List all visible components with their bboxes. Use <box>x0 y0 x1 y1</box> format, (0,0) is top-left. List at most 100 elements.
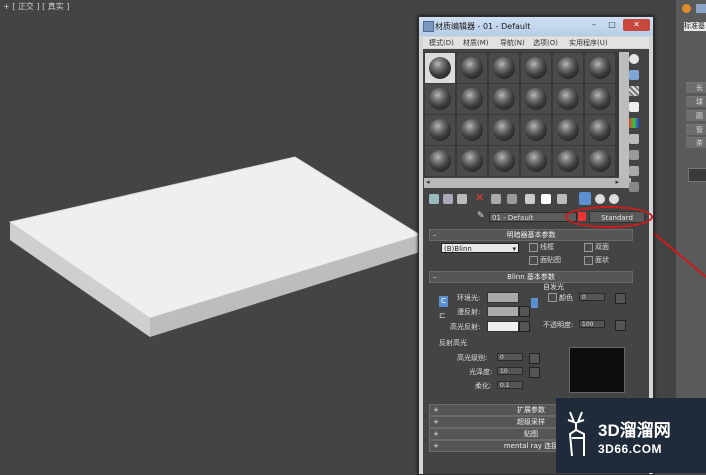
go-to-parent-icon[interactable] <box>609 194 619 204</box>
video-color-check-icon[interactable] <box>629 118 639 128</box>
sample-slot[interactable] <box>425 84 455 114</box>
get-material-icon[interactable] <box>429 194 439 204</box>
show-map-icon[interactable] <box>557 194 567 204</box>
self-illum-spinner[interactable]: 0 <box>579 293 605 301</box>
select-by-material-icon[interactable] <box>629 166 639 176</box>
glossiness-spinner[interactable]: 10 <box>497 367 523 375</box>
put-to-scene-icon[interactable] <box>443 194 453 204</box>
diffuse-map-button[interactable] <box>519 306 530 317</box>
object-type-button[interactable]: 圆 <box>686 110 706 121</box>
specular-color-swatch[interactable] <box>487 321 519 332</box>
lock-diffuse-specular-icon[interactable] <box>531 298 538 308</box>
name-color-field[interactable] <box>688 168 706 182</box>
sample-slot[interactable] <box>521 53 551 83</box>
show-end-result-icon[interactable] <box>595 194 605 204</box>
two-sided-checkbox[interactable] <box>584 243 593 252</box>
self-illum-map-button[interactable] <box>615 293 626 304</box>
maximize-button[interactable]: □ <box>605 19 619 31</box>
backlight-icon[interactable] <box>629 70 639 80</box>
lock-ambient-diffuse-button[interactable]: C <box>439 296 448 307</box>
modify-icon[interactable] <box>696 4 706 13</box>
glossiness-map-button[interactable] <box>529 367 540 378</box>
sample-slot[interactable] <box>585 115 615 145</box>
slots-vertical-scrollbar[interactable] <box>619 52 629 179</box>
primitive-type-dropdown[interactable]: 标准基 <box>684 22 706 31</box>
material-id-icon[interactable] <box>541 194 551 204</box>
sample-slot[interactable] <box>457 53 487 83</box>
lock-icon[interactable]: ⊏ <box>439 311 448 320</box>
sample-slot[interactable] <box>553 53 583 83</box>
sample-slot[interactable] <box>585 53 615 83</box>
copy-material-icon[interactable] <box>491 194 501 204</box>
shader-type-dropdown[interactable]: (B)Blinn ▾ <box>441 243 519 253</box>
sample-sphere <box>429 88 451 110</box>
self-illum-color-checkbox[interactable] <box>548 293 557 302</box>
object-type-button[interactable]: 长 <box>686 82 706 93</box>
menu-options[interactable]: 选项(O) <box>533 38 558 48</box>
close-button[interactable]: ✕ <box>623 19 650 31</box>
menu-navigation[interactable]: 导航(N) <box>500 38 525 48</box>
menu-mode[interactable]: 模式(D) <box>429 38 454 48</box>
make-preview-icon[interactable] <box>629 134 639 144</box>
specular-level-spinner[interactable]: 0 <box>497 353 523 361</box>
opacity-spinner[interactable]: 100 <box>579 320 605 328</box>
ambient-color-swatch[interactable] <box>487 292 519 303</box>
shader-params-rollout-header[interactable]: – 明暗器基本参数 <box>429 229 633 241</box>
create-icon[interactable] <box>682 4 691 13</box>
object-type-button[interactable]: 球 <box>686 96 706 107</box>
sample-sphere <box>493 57 515 79</box>
object-type-button[interactable]: 管 <box>686 124 706 135</box>
put-to-library-icon[interactable] <box>525 194 535 204</box>
scroll-left-icon[interactable]: ◂ <box>426 178 430 186</box>
sample-slot[interactable] <box>521 115 551 145</box>
background-icon[interactable] <box>629 86 639 96</box>
sample-slot[interactable] <box>553 115 583 145</box>
minimize-button[interactable]: – <box>587 19 601 31</box>
sample-slot[interactable] <box>457 84 487 114</box>
sample-slot[interactable] <box>521 84 551 114</box>
uv-tiling-icon[interactable] <box>629 102 639 112</box>
soften-spinner[interactable]: 0.1 <box>497 381 523 389</box>
title-bar[interactable]: 材质编辑器 - 01 - Default – □ ✕ <box>419 17 653 36</box>
sample-slot[interactable] <box>553 84 583 114</box>
object-type-button[interactable]: 茶 <box>686 137 706 148</box>
wireframe-checkbox[interactable] <box>529 243 538 252</box>
faceted-checkbox[interactable] <box>584 256 593 265</box>
eyedropper-icon[interactable]: ✎ <box>477 211 487 221</box>
sample-slot[interactable] <box>425 146 455 176</box>
sample-slot[interactable] <box>585 84 615 114</box>
show-shaded-icon[interactable] <box>579 192 591 205</box>
material-map-navigator-icon[interactable] <box>629 182 639 192</box>
sample-slot[interactable] <box>521 146 551 176</box>
box-3d-object[interactable] <box>0 0 430 340</box>
highlight-curve-graph <box>569 347 625 393</box>
sample-slot[interactable] <box>457 146 487 176</box>
material-name-input[interactable]: 01 - Default <box>489 212 577 222</box>
scroll-right-icon[interactable]: ▸ <box>615 178 619 186</box>
slots-horizontal-scrollbar[interactable]: ◂ ▸ <box>424 178 631 188</box>
blinn-params-rollout-header[interactable]: – Blinn 基本参数 <box>429 271 633 283</box>
menu-utilities[interactable]: 实用程序(U) <box>569 38 608 48</box>
make-unique-icon[interactable] <box>507 194 517 204</box>
opacity-map-button[interactable] <box>615 320 626 331</box>
sample-slot[interactable] <box>585 146 615 176</box>
menu-material[interactable]: 材质(M) <box>463 38 489 48</box>
sample-slot[interactable] <box>425 115 455 145</box>
sample-slot[interactable] <box>425 53 455 83</box>
sample-slot[interactable] <box>489 146 519 176</box>
diffuse-color-swatch[interactable] <box>487 306 519 317</box>
sample-sphere <box>461 150 483 172</box>
reset-material-icon[interactable]: ✕ <box>475 192 485 203</box>
assign-to-selection-icon[interactable] <box>457 194 467 204</box>
face-map-checkbox[interactable] <box>529 256 538 265</box>
sample-slot[interactable] <box>553 146 583 176</box>
sample-slot[interactable] <box>489 84 519 114</box>
options-icon[interactable] <box>629 150 639 160</box>
sample-type-icon[interactable] <box>629 54 639 64</box>
specular-map-button[interactable] <box>519 321 530 332</box>
sample-slot[interactable] <box>489 115 519 145</box>
specular-level-map-button[interactable] <box>529 353 540 364</box>
sample-slot[interactable] <box>489 53 519 83</box>
window-title: 材质编辑器 - 01 - Default <box>435 22 531 31</box>
sample-slot[interactable] <box>457 115 487 145</box>
